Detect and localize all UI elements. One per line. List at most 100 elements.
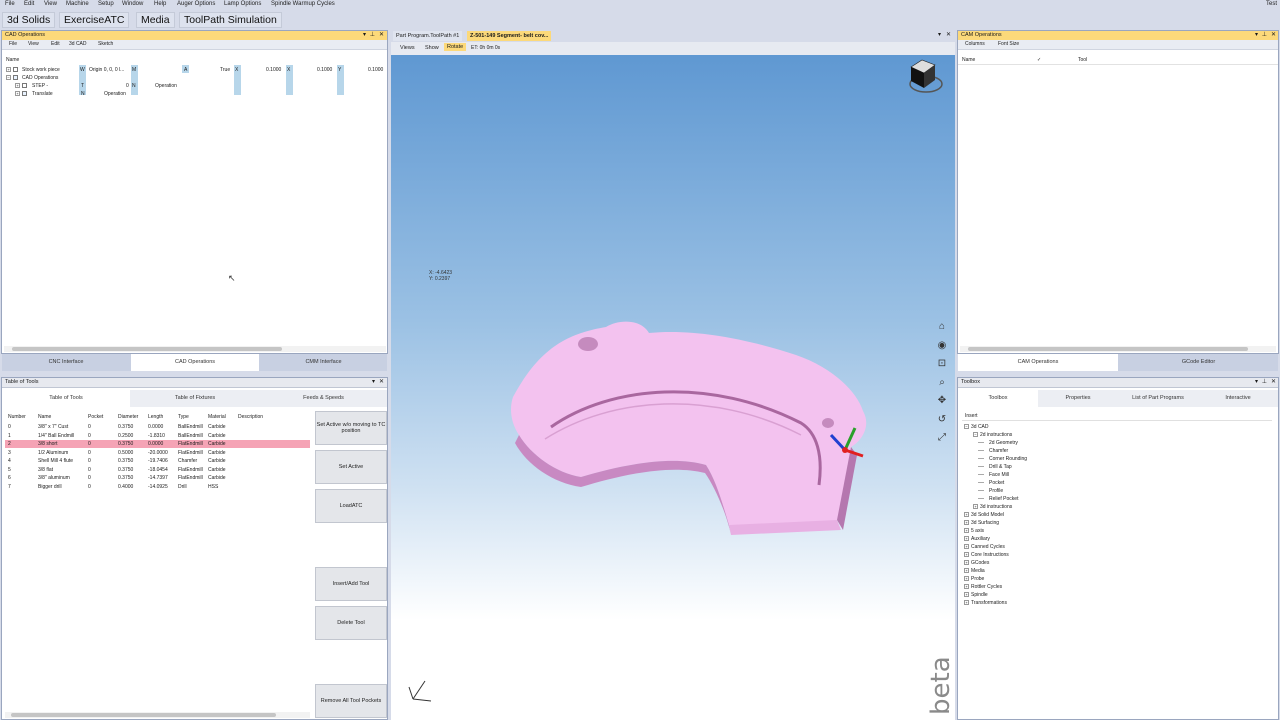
tree-item[interactable]: Pocket: [989, 480, 1004, 486]
cam-menu-font-size[interactable]: Font Size: [998, 41, 1019, 47]
menu-window[interactable]: Window: [122, 1, 143, 7]
tree-item[interactable]: Auxiliary: [971, 536, 990, 542]
tree-item[interactable]: 3d instructions: [980, 504, 1012, 510]
tree-expand-toggle[interactable]: +: [964, 552, 969, 557]
tree-expand-toggle[interactable]: +: [964, 576, 969, 581]
tree-expand-toggle[interactable]: −: [973, 432, 978, 437]
table-row[interactable]: 3 1/2 Aluminum 0 0.5000 -20.0000 FlatEndmill C…: [5, 449, 310, 457]
tree-expand-toggle[interactable]: +: [964, 568, 969, 573]
tab-cam-operations[interactable]: CAM Operations: [958, 354, 1118, 371]
menu-view[interactable]: View: [44, 1, 57, 7]
tree-label[interactable]: STEP -: [32, 83, 48, 89]
menu-show[interactable]: Show: [425, 45, 439, 51]
undo-view-icon[interactable]: ↺: [935, 411, 949, 430]
tree-label[interactable]: Stock work piece: [22, 67, 60, 73]
scroll-thumb[interactable]: [968, 347, 1248, 351]
horizontal-scrollbar[interactable]: [4, 346, 386, 352]
tree-label[interactable]: CAD Operations: [22, 75, 58, 81]
tab-interactive[interactable]: Interactive: [1198, 390, 1278, 407]
tree-expand-toggle[interactable]: +: [964, 600, 969, 605]
close-icon[interactable]: ✕: [379, 31, 384, 40]
horizontal-scrollbar[interactable]: [960, 346, 1276, 352]
cad-menu-sketch[interactable]: Sketch: [98, 41, 113, 47]
tree-item[interactable]: Transformations: [971, 600, 1007, 606]
menu-machine[interactable]: Machine: [66, 1, 89, 7]
horizontal-scrollbar[interactable]: [5, 712, 310, 718]
table-row[interactable]: 5 3/8 flat 0 0.3750 -18.0454 FlatEndmill Carbi…: [5, 466, 310, 474]
cad-menu-view[interactable]: View: [28, 41, 39, 47]
tree-expand-toggle[interactable]: +: [964, 544, 969, 549]
pin-icon[interactable]: ⊥: [1262, 378, 1267, 387]
tab-feeds-speeds[interactable]: Feeds & Speeds: [260, 390, 387, 407]
table-row[interactable]: 1 1/4" Ball Endmill 0 0.2500 -1.8310 BallEndm…: [5, 432, 310, 440]
table-row[interactable]: 6 3/8" aluminum 0 0.3750 -14.7397 FlatEndmill…: [5, 474, 310, 482]
tree-item[interactable]: Spindle: [971, 592, 988, 598]
delete-tool-button[interactable]: Delete Tool: [315, 606, 387, 640]
home-icon[interactable]: ⌂: [935, 318, 949, 337]
cam-col-name[interactable]: Name: [962, 57, 975, 63]
col-description[interactable]: Description: [238, 414, 263, 420]
tree-item[interactable]: Chamfer: [989, 448, 1008, 454]
col-material[interactable]: Material: [208, 414, 226, 420]
tree-label[interactable]: Translate: [32, 91, 53, 97]
look-icon[interactable]: ◉: [935, 337, 949, 356]
dropdown-icon[interactable]: ▾: [372, 378, 375, 387]
checkbox[interactable]: [13, 67, 18, 72]
menu-setup[interactable]: Setup: [98, 1, 114, 7]
tree-item[interactable]: Rottler Cycles: [971, 584, 1002, 590]
menu-rotate[interactable]: Rotate: [444, 43, 467, 51]
scroll-thumb[interactable]: [11, 713, 276, 717]
fit-view-icon[interactable]: ⤢: [935, 429, 949, 448]
tree-item[interactable]: Canned Cycles: [971, 544, 1005, 550]
dropdown-icon[interactable]: ▾: [1255, 31, 1258, 40]
menu-test[interactable]: Test: [1266, 1, 1277, 7]
checkbox-checked[interactable]: [13, 75, 18, 80]
menu-lamp-options[interactable]: Lamp Options: [224, 1, 261, 7]
toolbar-media[interactable]: Media: [136, 12, 175, 28]
tab-table-of-tools[interactable]: Table of Tools: [2, 390, 130, 407]
tree-expand-toggle[interactable]: +: [964, 528, 969, 533]
tree-expand-toggle[interactable]: +: [964, 520, 969, 525]
pan-icon[interactable]: ✥: [935, 392, 949, 411]
remove-all-tool-pockets-button[interactable]: Remove All Tool Pockets: [315, 684, 387, 718]
insert-add-tool-button[interactable]: Insert/Add Tool: [315, 567, 387, 601]
tab-toolbox[interactable]: Toolbox: [958, 390, 1038, 407]
dropdown-icon[interactable]: ▾: [938, 31, 941, 38]
col-name[interactable]: Name: [38, 414, 51, 420]
tab-list-of-part-programs[interactable]: List of Part Programs: [1118, 390, 1198, 407]
tree-item[interactable]: 5 axis: [971, 528, 984, 534]
cam-col-tool[interactable]: Tool: [1078, 57, 1087, 63]
tree-item[interactable]: 3d Solid Model: [971, 512, 1004, 518]
tab-cnc-interface[interactable]: CNC Interface: [2, 354, 130, 371]
zoom-icon[interactable]: ⌕: [935, 374, 949, 393]
tab-gcode-editor[interactable]: GCode Editor: [1119, 354, 1278, 371]
dropdown-icon[interactable]: ▾: [1255, 378, 1258, 387]
tree-item[interactable]: Media: [971, 568, 985, 574]
close-icon[interactable]: ✕: [946, 31, 951, 38]
tree-item[interactable]: 3d CAD: [971, 424, 989, 430]
expand-toggle[interactable]: −: [6, 75, 11, 80]
table-row[interactable]: 0 3/8" x 7" Cust 0 0.3750 0.0000 BallEndmill C…: [5, 423, 310, 431]
3d-viewport[interactable]: X: -4.6423 Y: 0.2397 ⌂ ◉ ⊡ ⌕ ✥ ↺ ⤢ beta: [391, 55, 956, 720]
tree-item[interactable]: 2d instructions: [980, 432, 1012, 438]
tab-properties[interactable]: Properties: [1038, 390, 1118, 407]
tree-item[interactable]: Probe: [971, 576, 984, 582]
view-cube-icon[interactable]: [905, 57, 951, 99]
load-atc-button[interactable]: LoadATC: [315, 489, 387, 523]
tree-expand-toggle[interactable]: +: [964, 560, 969, 565]
checkbox[interactable]: [22, 83, 27, 88]
scroll-thumb[interactable]: [12, 347, 282, 351]
tab-table-of-fixtures[interactable]: Table of Fixtures: [131, 390, 259, 407]
checkbox-checked[interactable]: [22, 91, 27, 96]
set-active-no-move-button[interactable]: Set Active w/o moving to TC position: [315, 411, 387, 445]
menu-help[interactable]: Help: [154, 1, 166, 7]
col-type[interactable]: Type: [178, 414, 189, 420]
close-icon[interactable]: ✕: [1271, 31, 1276, 40]
table-row[interactable]: 7 Bigger drill 0 0.4000 -14.0925 Drill HSS: [5, 483, 310, 491]
tree-expand-toggle[interactable]: −: [964, 424, 969, 429]
doc-tab-segment[interactable]: Z-501-149 Segment- belt cov...: [467, 31, 552, 41]
menu-edit[interactable]: Edit: [24, 1, 34, 7]
expand-toggle[interactable]: +: [6, 67, 11, 72]
col-number[interactable]: Number: [8, 414, 26, 420]
tree-expand-toggle[interactable]: +: [973, 504, 978, 509]
